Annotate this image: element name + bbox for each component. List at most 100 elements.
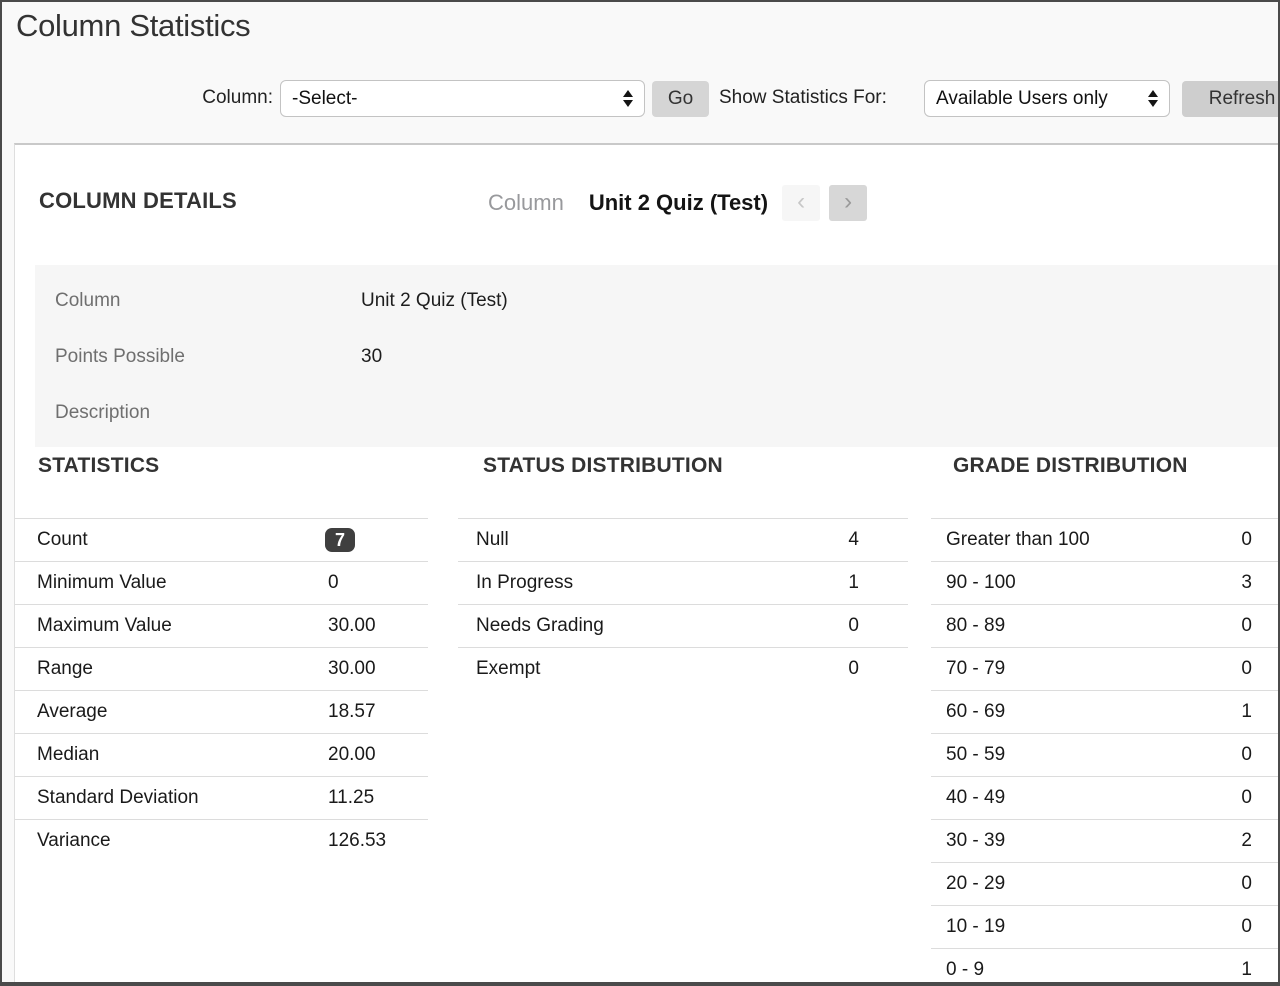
status-distribution-section: STATUS DISTRIBUTION Null4 In Progress 1 Nee… xyxy=(458,454,908,690)
row-value: 126.53 xyxy=(328,830,386,852)
content-panel: COLUMN DETAILS Column Unit 2 Quiz (Test)… xyxy=(14,143,1278,986)
row-value: 0 xyxy=(1241,615,1280,637)
select-spinner-icon xyxy=(623,90,633,107)
status-distribution-row: In Progress 1 xyxy=(458,561,908,604)
row-label: Range xyxy=(37,658,93,680)
statistics-row: Standard Deviation 11.25 xyxy=(15,776,428,819)
page-title: Column Statistics xyxy=(16,8,250,44)
count-badge: 7 xyxy=(325,528,355,552)
row-label: 60 - 69 xyxy=(946,701,1005,723)
row-label: Minimum Value xyxy=(37,572,167,594)
grade-distribution-table: Greater than 100 0 90 - 100 3 80 - 89 0 70 - 7… xyxy=(931,518,1280,986)
row-label: In Progress xyxy=(476,572,573,594)
chevron-left-icon: ‹ xyxy=(797,188,805,215)
row-label: Average xyxy=(37,701,107,723)
row-value: 18.57 xyxy=(328,701,376,723)
column-details-heading: COLUMN DETAILS xyxy=(39,188,237,214)
column-details-header: COLUMN DETAILS Column Unit 2 Quiz (Test)… xyxy=(15,185,1278,225)
row-value: 0 xyxy=(1241,658,1280,680)
column-detail-box: Column Unit 2 Quiz (Test) Points Possibl… xyxy=(35,265,1278,447)
previous-column-button[interactable]: ‹ xyxy=(782,185,820,221)
grade-distribution-row: 50 - 59 0 xyxy=(931,733,1280,776)
grade-distribution-row: 40 - 490 xyxy=(931,776,1280,819)
refresh-button[interactable]: Refresh xyxy=(1182,81,1280,117)
show-statistics-select[interactable]: Available Users only xyxy=(924,80,1170,117)
grade-distribution-row: 90 - 100 3 xyxy=(931,561,1280,604)
detail-label: Points Possible xyxy=(55,346,361,368)
statistics-heading: STATISTICS xyxy=(15,454,428,478)
row-value: 0 xyxy=(848,658,908,680)
row-value: 0 xyxy=(328,572,339,594)
detail-label: Column xyxy=(55,290,361,312)
status-distribution-table: Null4 In Progress 1 Needs Grading0 Exempt 0 xyxy=(458,518,908,690)
detail-row-points-possible: Points Possible 30 xyxy=(35,329,1278,385)
row-label: Standard Deviation xyxy=(37,787,199,809)
row-value: 1 xyxy=(1241,701,1280,723)
grade-distribution-section: GRADE DISTRIBUTION Greater than 100 0 90 -… xyxy=(931,454,1280,986)
statistics-row: Maximum Value 30.00 xyxy=(15,604,428,647)
row-label: Median xyxy=(37,744,99,766)
grade-distribution-row: 30 - 39 2 xyxy=(931,819,1280,862)
row-label: 50 - 59 xyxy=(946,744,1005,766)
statistics-row: Minimum Value 0 xyxy=(15,561,428,604)
row-label: Greater than 100 xyxy=(946,529,1090,551)
row-label: 0 - 9 xyxy=(946,959,984,981)
row-label: Count xyxy=(37,529,88,551)
row-value: 1 xyxy=(848,572,908,594)
row-value: 30.00 xyxy=(328,615,376,637)
row-label: Null xyxy=(476,529,509,551)
row-value: 2 xyxy=(1241,830,1280,852)
row-label: 80 - 89 xyxy=(946,615,1005,637)
row-label: Exempt xyxy=(476,658,540,680)
statistics-row: Variance 126.53 xyxy=(15,819,428,862)
show-statistics-select-value: Available Users only xyxy=(936,88,1108,110)
row-value: 20.00 xyxy=(328,744,376,766)
row-label: Variance xyxy=(37,830,111,852)
grade-distribution-row: Greater than 100 0 xyxy=(931,518,1280,561)
row-label: 20 - 29 xyxy=(946,873,1005,895)
grade-distribution-heading: GRADE DISTRIBUTION xyxy=(931,454,1280,478)
row-label: 30 - 39 xyxy=(946,830,1005,852)
row-label: 10 - 19 xyxy=(946,916,1005,938)
row-label: 90 - 100 xyxy=(946,572,1016,594)
row-value: 0 xyxy=(1241,916,1280,938)
next-column-button[interactable]: › xyxy=(829,185,867,221)
status-distribution-heading: STATUS DISTRIBUTION xyxy=(458,454,908,478)
statistics-row: Count 7 xyxy=(15,518,428,561)
status-distribution-row: Needs Grading0 xyxy=(458,604,908,647)
column-select-value: -Select- xyxy=(292,88,357,110)
column-select-label: Column: xyxy=(187,87,273,109)
row-value: 11.25 xyxy=(328,787,374,809)
grade-distribution-row: 20 - 29 0 xyxy=(931,862,1280,905)
row-value: 0 xyxy=(848,615,908,637)
statistics-table: Count7Minimum Value0Maximum Value30.00Ra… xyxy=(15,518,428,862)
go-button[interactable]: Go xyxy=(652,81,709,117)
column-select[interactable]: -Select- xyxy=(280,80,645,117)
status-distribution-row: Null4 xyxy=(458,518,908,561)
row-value: 0 xyxy=(1241,873,1280,895)
select-spinner-icon xyxy=(1148,90,1158,107)
row-label: 70 - 79 xyxy=(946,658,1005,680)
statistics-row: Median 20.00 xyxy=(15,733,428,776)
show-statistics-label: Show Statistics For: xyxy=(719,87,887,109)
row-value: 0 xyxy=(1241,529,1280,551)
grade-distribution-row: 0 - 9 1 xyxy=(931,948,1280,986)
detail-value: 30 xyxy=(361,346,382,368)
grade-distribution-row: 60 - 69 1 xyxy=(931,690,1280,733)
column-statistics-page: Column Statistics Column: -Select- Go Sh… xyxy=(0,0,1280,986)
column-navigator: Column Unit 2 Quiz (Test) ‹ › xyxy=(488,185,867,221)
statistics-section: STATISTICS Count 7 Minimum Value 0 Maximum V… xyxy=(15,454,428,862)
row-label: Maximum Value xyxy=(37,615,172,637)
detail-row-column: Column Unit 2 Quiz (Test) xyxy=(35,273,1278,329)
row-label: 40 - 49 xyxy=(946,787,1005,809)
statistics-row: Range 30.00 xyxy=(15,647,428,690)
detail-label: Description xyxy=(55,402,361,424)
row-value: 30.00 xyxy=(328,658,376,680)
row-value: 1 xyxy=(1241,959,1280,981)
column-nav-caption: Column xyxy=(488,190,564,216)
grade-distribution-row: 80 - 89 0 xyxy=(931,604,1280,647)
grade-distribution-row: 10 - 19 0 xyxy=(931,905,1280,948)
row-value: 3 xyxy=(1241,572,1280,594)
row-value: 0 xyxy=(1241,744,1280,766)
detail-value: Unit 2 Quiz (Test) xyxy=(361,290,508,312)
